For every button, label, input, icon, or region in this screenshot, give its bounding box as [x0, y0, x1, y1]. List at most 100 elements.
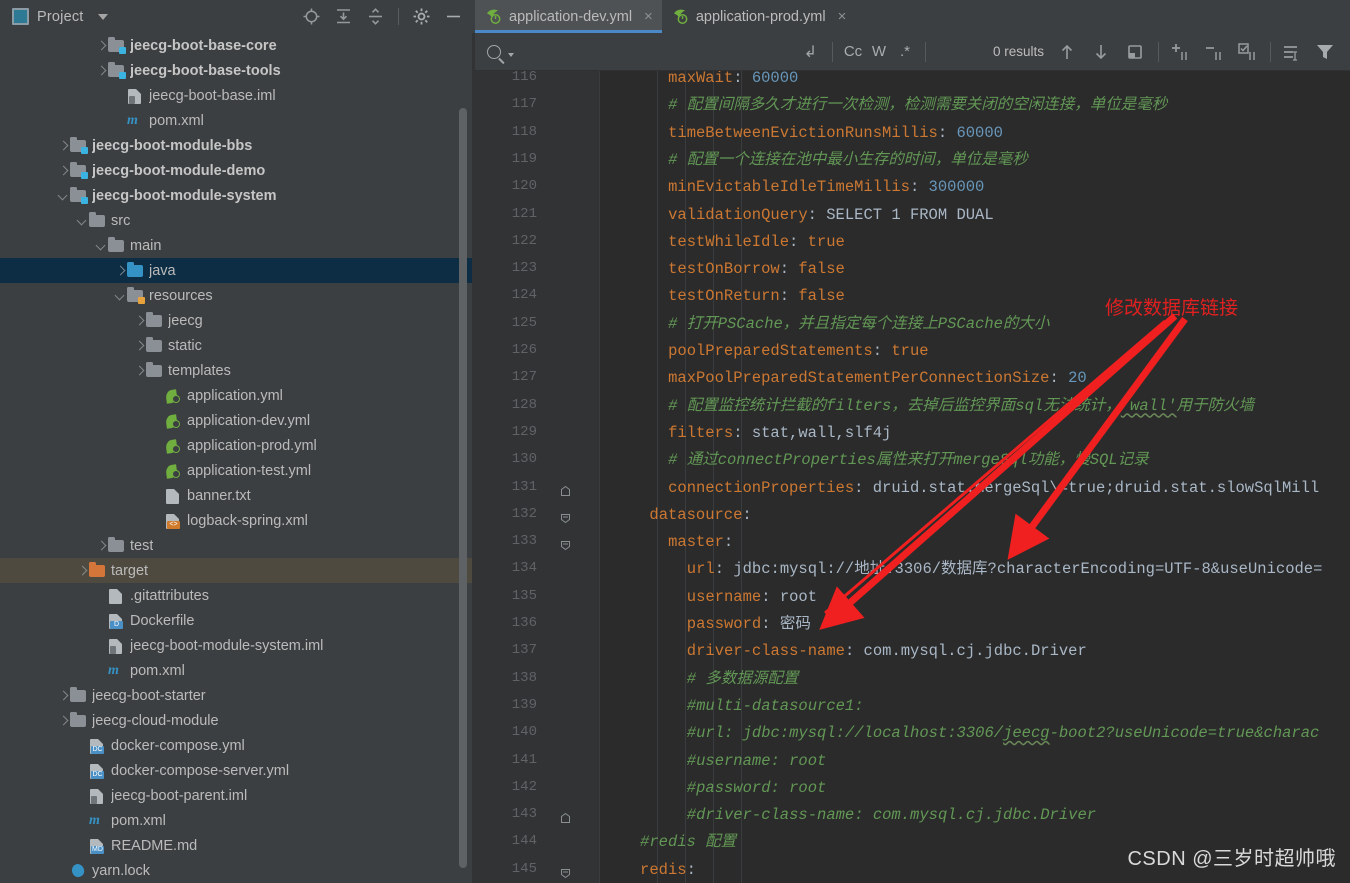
tree-item-static[interactable]: static [0, 333, 475, 358]
collapse-all-icon[interactable] [366, 7, 385, 26]
whole-words-toggle[interactable]: W [866, 43, 892, 60]
tree-item-jeecg-boot-module-bbs[interactable]: jeecg-boot-module-bbs [0, 133, 475, 158]
chevron-right-icon[interactable] [57, 164, 70, 177]
chevron-right-icon[interactable] [114, 264, 127, 277]
tree-item-application-yml[interactable]: application.yml [0, 383, 475, 408]
code-line-131[interactable]: connectionProperties: druid.stat.mergeSq… [668, 475, 1319, 502]
tree-item-templates[interactable]: templates [0, 358, 475, 383]
chevron-right-icon[interactable] [57, 139, 70, 152]
tree-item-jeecg-boot-base-core[interactable]: jeecg-boot-base-core [0, 33, 475, 58]
locate-icon[interactable] [302, 7, 321, 26]
tab-application-dev-yml[interactable]: application-dev.yml × [475, 0, 662, 33]
find-next-icon[interactable] [1090, 41, 1112, 63]
tree-item-jeecg-boot-base-tools[interactable]: jeecg-boot-base-tools [0, 58, 475, 83]
code-line-141[interactable]: #username: root [687, 748, 827, 775]
fold-start-icon[interactable] [560, 538, 571, 551]
search-field-wrapper[interactable]: ↲ [475, 33, 825, 71]
find-previous-icon[interactable] [1056, 41, 1078, 63]
tree-item-jeecg-boot-module-system-iml[interactable]: jeecg-boot-module-system.iml [0, 633, 475, 658]
tree-item-target[interactable]: target [0, 558, 475, 583]
filter-lines-icon[interactable] [1280, 41, 1302, 63]
tree-item-readme-md[interactable]: MD README.md [0, 833, 475, 858]
tree-item-jeecg-boot-module-system[interactable]: jeecg-boot-module-system [0, 183, 475, 208]
tree-item-jeecg-boot-parent-iml[interactable]: jeecg-boot-parent.iml [0, 783, 475, 808]
tree-item-jeecg-cloud-module[interactable]: jeecg-cloud-module [0, 708, 475, 733]
tree-item-gitattributes[interactable]: .gitattributes [0, 583, 475, 608]
filter-icon[interactable] [1314, 41, 1336, 63]
remove-line-icon[interactable] [1202, 41, 1224, 63]
chevron-right-icon[interactable] [95, 64, 108, 77]
code-line-118[interactable]: timeBetweenEvictionRunsMillis: 60000 [668, 120, 1003, 147]
chevron-down-icon[interactable] [57, 189, 70, 202]
sidebar-scrollbar[interactable] [459, 108, 467, 868]
code-line-127[interactable]: maxPoolPreparedStatementPerConnectionSiz… [668, 365, 1087, 392]
fold-end-icon[interactable] [560, 484, 571, 496]
tree-item-pom-xml[interactable]: m pom.xml [0, 808, 475, 833]
chevron-down-icon[interactable] [76, 214, 89, 227]
tree-item-banner-txt[interactable]: banner.txt [0, 483, 475, 508]
code-line-134[interactable]: url: jdbc:mysql://地址:3306/数据库?characterE… [687, 556, 1323, 583]
tree-item-pom-xml[interactable]: m pom.xml [0, 658, 475, 683]
chevron-right-icon[interactable] [57, 689, 70, 702]
tree-item-pom-xml[interactable]: m pom.xml [0, 108, 475, 133]
tree-item-jeecg-boot-starter[interactable]: jeecg-boot-starter [0, 683, 475, 708]
add-line-icon[interactable] [1168, 41, 1190, 63]
settings-gear-icon[interactable] [412, 7, 431, 26]
tree-item-resources[interactable]: resources [0, 283, 475, 308]
code-line-136[interactable]: password: 密码 [687, 611, 811, 638]
match-case-toggle[interactable]: Cc [840, 43, 866, 60]
code-line-142[interactable]: #password: root [687, 775, 827, 802]
chevron-right-icon[interactable] [133, 314, 146, 327]
tree-item-docker-compose-yml[interactable]: DC docker-compose.yml [0, 733, 475, 758]
minimize-icon[interactable] [444, 7, 463, 26]
new-line-icon[interactable]: ↲ [804, 42, 817, 62]
chevron-right-icon[interactable] [133, 339, 146, 352]
tree-item-application-prod-yml[interactable]: application-prod.yml [0, 433, 475, 458]
tree-item-dockerfile[interactable]: D Dockerfile [0, 608, 475, 633]
tree-item-application-dev-yml[interactable]: application-dev.yml [0, 408, 475, 433]
fold-start-icon[interactable] [560, 866, 571, 878]
code-line-138[interactable]: # 多数据源配置 [687, 666, 799, 693]
tree-item-jeecg-boot-base-iml[interactable]: jeecg-boot-base.iml [0, 83, 475, 108]
chevron-right-icon[interactable] [133, 364, 146, 377]
chevron-right-icon[interactable] [95, 39, 108, 52]
tree-item-jeecg-boot-module-demo[interactable]: jeecg-boot-module-demo [0, 158, 475, 183]
chevron-right-icon[interactable] [95, 539, 108, 552]
code-line-119[interactable]: # 配置一个连接在池中最小生存的时间，单位是毫秒 [668, 147, 1028, 174]
tab-application-prod-yml[interactable]: application-prod.yml × [662, 0, 856, 33]
code-line-140[interactable]: #url: jdbc:mysql://localhost:3306/jeecg-… [687, 720, 1320, 747]
regex-toggle[interactable]: .* [892, 43, 918, 60]
code-line-121[interactable]: validationQuery: SELECT 1 FROM DUAL [668, 202, 994, 229]
code-line-124[interactable]: testOnReturn: false [668, 283, 845, 310]
tree-item-test[interactable]: test [0, 533, 475, 558]
code-editor[interactable]: 116 117 118 119 120 121 122 123 124 125 126 127 128 1… [475, 71, 1350, 883]
chevron-down-icon[interactable] [114, 289, 127, 302]
code-line-123[interactable]: testOnBorrow: false [668, 256, 845, 283]
tree-item-main[interactable]: main [0, 233, 475, 258]
select-all-icon[interactable] [1124, 41, 1146, 63]
code-line-130[interactable]: # 通过connectProperties属性来打开mergeSql功能，慢SQ… [668, 447, 1149, 474]
close-icon[interactable]: × [838, 9, 847, 24]
expand-all-icon[interactable] [334, 7, 353, 26]
editor-scrollbar[interactable] [1346, 142, 1350, 883]
tree-item-docker-compose-server-yml[interactable]: DC docker-compose-server.yml [0, 758, 475, 783]
code-line-135[interactable]: username: root [687, 584, 817, 611]
project-tree[interactable]: jeecg-boot-base-core jeecg-boot-base-tool… [0, 33, 475, 883]
chevron-right-icon[interactable] [76, 564, 89, 577]
chevron-down-icon[interactable] [95, 239, 108, 252]
fold-start-icon[interactable] [560, 511, 571, 523]
code-line-126[interactable]: poolPreparedStatements: true [668, 338, 928, 365]
code-line-129[interactable]: filters: stat,wall,slf4j [668, 420, 891, 447]
toggle-line-icon[interactable] [1236, 41, 1258, 63]
code-line-122[interactable]: testWhileIdle: true [668, 229, 845, 256]
tree-item-application-test-yml[interactable]: application-test.yml [0, 458, 475, 483]
code-line-139[interactable]: #multi-datasource1: [687, 693, 864, 720]
fold-end-icon[interactable] [560, 811, 571, 824]
code-line-137[interactable]: driver-class-name: com.mysql.cj.jdbc.Dri… [687, 638, 1087, 665]
code-line-116[interactable]: maxWait: 60000 [668, 71, 798, 92]
search-input[interactable] [520, 43, 798, 60]
tree-item-logback-spring-xml[interactable]: <> logback-spring.xml [0, 508, 475, 533]
editor-gutter[interactable]: 116 117 118 119 120 121 122 123 124 125 126 127 128 1… [475, 71, 600, 883]
tree-item-src[interactable]: src [0, 208, 475, 233]
chevron-right-icon[interactable] [57, 714, 70, 727]
